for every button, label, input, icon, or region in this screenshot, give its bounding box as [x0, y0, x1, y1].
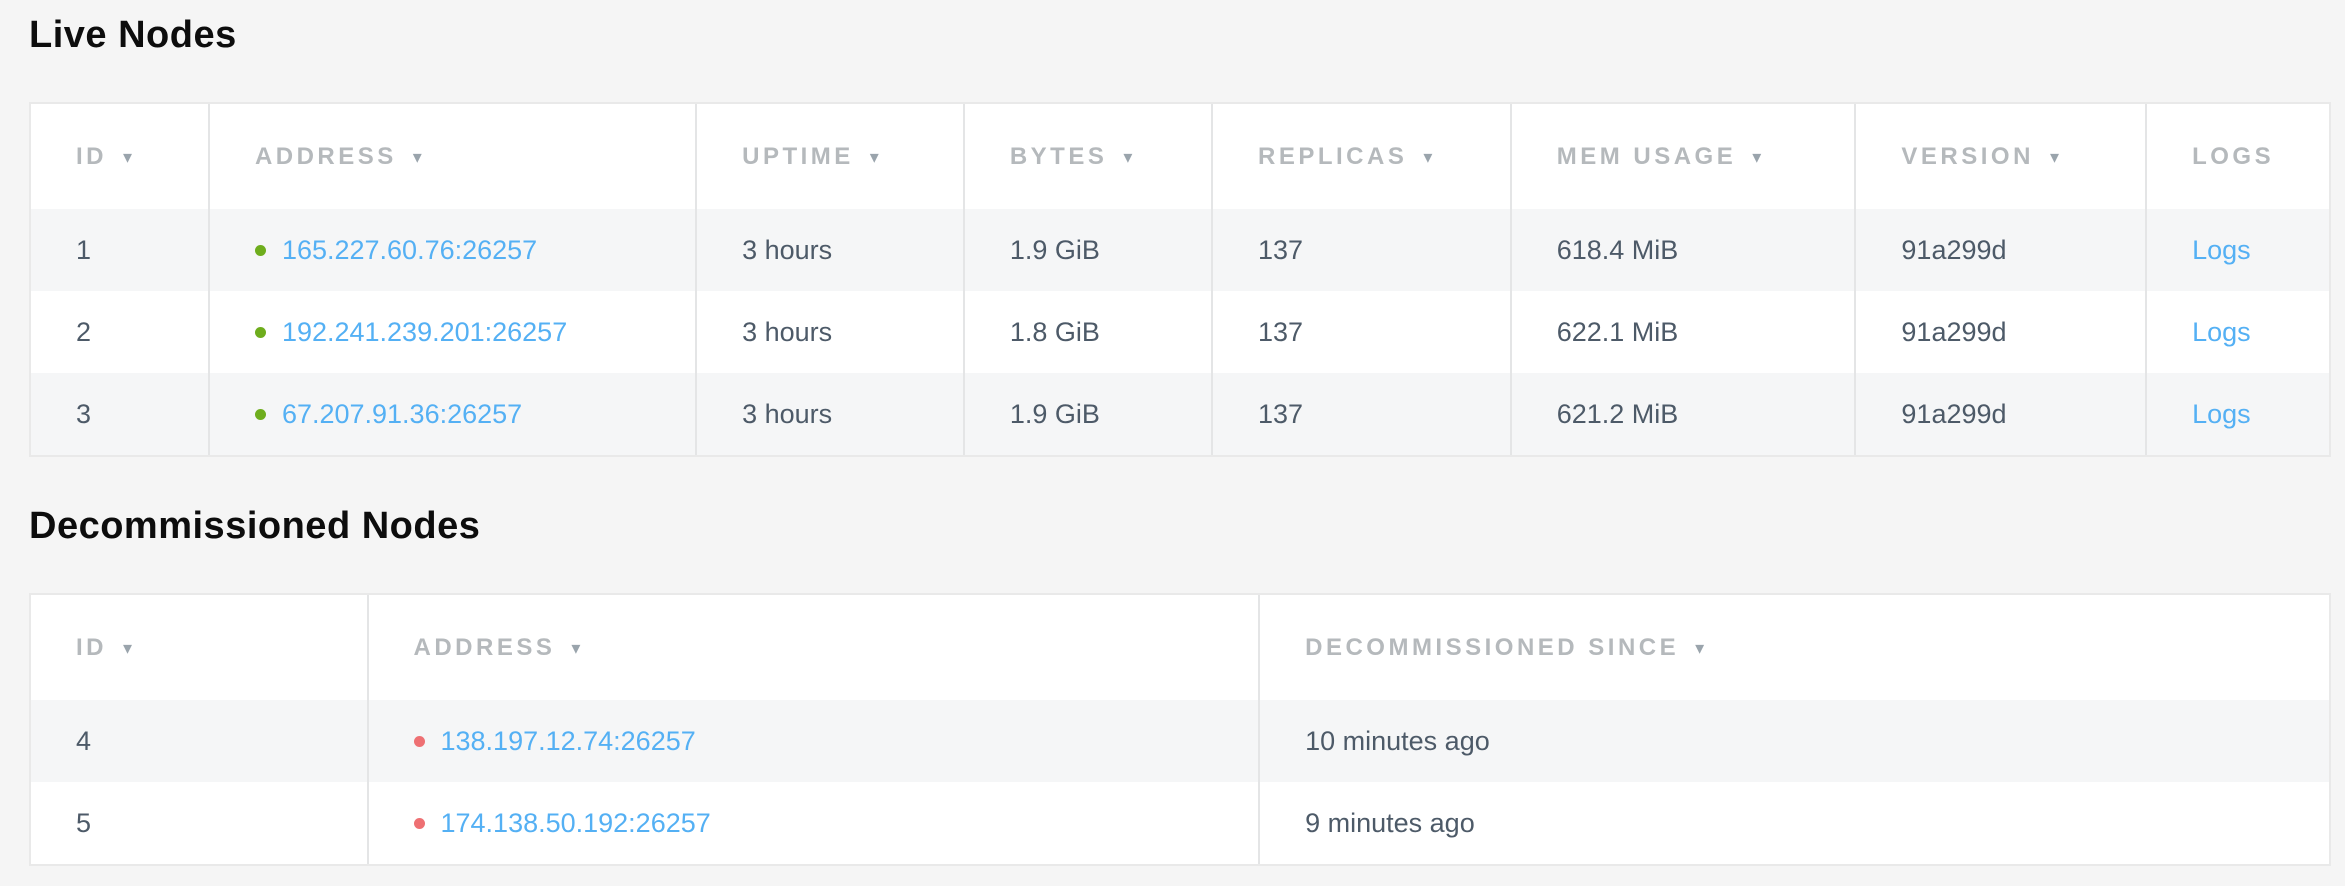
live-node-row: 2 192.241.239.201:26257 3 hours 1.8 GiB … — [31, 291, 2329, 373]
live-node-row: 3 67.207.91.36:26257 3 hours 1.9 GiB 137… — [31, 373, 2329, 455]
cell-version: 91a299d — [1854, 373, 2145, 455]
live-nodes-header-row: ID ▾ ADDRESS ▾ UPTIME ▾ BYTES ▾ REPLICAS — [31, 104, 2329, 209]
header-logs: LOGS — [2145, 104, 2329, 209]
live-status-dot-icon — [255, 245, 266, 256]
logs-link[interactable]: Logs — [2192, 399, 2251, 430]
live-node-row: 1 165.227.60.76:26257 3 hours 1.9 GiB 13… — [31, 209, 2329, 291]
cell-address: 138.197.12.74:26257 — [367, 700, 1259, 782]
decommissioned-node-row: 4 138.197.12.74:26257 10 minutes ago — [31, 700, 2329, 782]
cell-uptime: 3 hours — [695, 373, 963, 455]
sort-descending-icon: ▾ — [413, 147, 422, 168]
header-id[interactable]: ID ▾ — [31, 595, 367, 700]
cell-version: 91a299d — [1854, 209, 2145, 291]
cell-address: 165.227.60.76:26257 — [208, 209, 695, 291]
cell-id: 2 — [31, 291, 208, 373]
cell-replicas: 137 — [1211, 291, 1510, 373]
node-address-link[interactable]: 192.241.239.201:26257 — [282, 317, 567, 348]
header-replicas[interactable]: REPLICAS ▾ — [1211, 104, 1510, 209]
sort-descending-icon: ▾ — [571, 638, 580, 659]
sort-descending-icon: ▾ — [123, 147, 132, 168]
column-label: ID — [76, 143, 107, 171]
column-label: MEM USAGE — [1557, 143, 1737, 171]
decommissioned-status-dot-icon — [414, 818, 425, 829]
cell-bytes: 1.8 GiB — [963, 291, 1211, 373]
cell-address: 192.241.239.201:26257 — [208, 291, 695, 373]
cell-address: 67.207.91.36:26257 — [208, 373, 695, 455]
decommissioned-nodes-section: Decommissioned Nodes ID ▾ ADDRESS ▾ DECO… — [29, 503, 2331, 866]
cell-id: 3 — [31, 373, 208, 455]
column-label: ADDRESS — [414, 634, 556, 662]
sort-descending-icon: ▾ — [870, 147, 879, 168]
header-id[interactable]: ID ▾ — [31, 104, 208, 209]
cell-decommissioned-since: 9 minutes ago — [1258, 782, 2329, 864]
node-address-link[interactable]: 67.207.91.36:26257 — [282, 399, 522, 430]
cell-bytes: 1.9 GiB — [963, 209, 1211, 291]
sort-descending-icon: ▾ — [2050, 147, 2059, 168]
cell-address: 174.138.50.192:26257 — [367, 782, 1259, 864]
column-label: VERSION — [1901, 143, 2034, 171]
logs-link[interactable]: Logs — [2192, 235, 2251, 266]
sort-descending-icon: ▾ — [1695, 638, 1704, 659]
column-label: BYTES — [1010, 143, 1108, 171]
node-address-link[interactable]: 138.197.12.74:26257 — [441, 726, 696, 757]
cell-bytes: 1.9 GiB — [963, 373, 1211, 455]
cell-mem-usage: 618.4 MiB — [1510, 209, 1855, 291]
header-uptime[interactable]: UPTIME ▾ — [695, 104, 963, 209]
decommissioned-nodes-body: 4 138.197.12.74:26257 10 minutes ago 5 1… — [31, 700, 2329, 864]
live-status-dot-icon — [255, 409, 266, 420]
cell-replicas: 137 — [1211, 209, 1510, 291]
nodes-overview-page: Live Nodes ID ▾ ADDRESS ▾ UPTIME ▾ BYTES… — [0, 0, 2345, 866]
node-address-link[interactable]: 174.138.50.192:26257 — [441, 808, 711, 839]
sort-descending-icon: ▾ — [1123, 147, 1132, 168]
cell-logs: Logs — [2145, 373, 2329, 455]
column-label: REPLICAS — [1258, 143, 1407, 171]
decommissioned-nodes-title: Decommissioned Nodes — [29, 503, 2331, 549]
cell-logs: Logs — [2145, 209, 2329, 291]
column-label: ID — [76, 634, 107, 662]
logs-link[interactable]: Logs — [2192, 317, 2251, 348]
cell-id: 5 — [31, 782, 367, 864]
cell-id: 1 — [31, 209, 208, 291]
cell-uptime: 3 hours — [695, 291, 963, 373]
node-address-link[interactable]: 165.227.60.76:26257 — [282, 235, 537, 266]
cell-decommissioned-since: 10 minutes ago — [1258, 700, 2329, 782]
header-bytes[interactable]: BYTES ▾ — [963, 104, 1211, 209]
column-label: DECOMMISSIONED SINCE — [1305, 634, 1679, 662]
header-address[interactable]: ADDRESS ▾ — [208, 104, 695, 209]
header-address[interactable]: ADDRESS ▾ — [367, 595, 1259, 700]
sort-descending-icon: ▾ — [1423, 147, 1432, 168]
header-mem-usage[interactable]: MEM USAGE ▾ — [1510, 104, 1855, 209]
live-nodes-title: Live Nodes — [29, 12, 2331, 58]
live-status-dot-icon — [255, 327, 266, 338]
cell-version: 91a299d — [1854, 291, 2145, 373]
live-nodes-table: ID ▾ ADDRESS ▾ UPTIME ▾ BYTES ▾ REPLICAS — [29, 102, 2331, 457]
cell-uptime: 3 hours — [695, 209, 963, 291]
cell-id: 4 — [31, 700, 367, 782]
cell-replicas: 137 — [1211, 373, 1510, 455]
sort-descending-icon: ▾ — [1752, 147, 1761, 168]
cell-mem-usage: 621.2 MiB — [1510, 373, 1855, 455]
cell-mem-usage: 622.1 MiB — [1510, 291, 1855, 373]
decommissioned-node-row: 5 174.138.50.192:26257 9 minutes ago — [31, 782, 2329, 864]
cell-logs: Logs — [2145, 291, 2329, 373]
live-nodes-section: Live Nodes ID ▾ ADDRESS ▾ UPTIME ▾ BYTES… — [29, 12, 2331, 457]
sort-descending-icon: ▾ — [123, 638, 132, 659]
decommissioned-status-dot-icon — [414, 736, 425, 747]
column-label: LOGS — [2192, 143, 2274, 171]
decommissioned-nodes-header-row: ID ▾ ADDRESS ▾ DECOMMISSIONED SINCE ▾ — [31, 595, 2329, 700]
column-label: ADDRESS — [255, 143, 397, 171]
column-label: UPTIME — [742, 143, 854, 171]
decommissioned-nodes-table: ID ▾ ADDRESS ▾ DECOMMISSIONED SINCE ▾ 4 — [29, 593, 2331, 866]
live-nodes-body: 1 165.227.60.76:26257 3 hours 1.9 GiB 13… — [31, 209, 2329, 455]
header-decommissioned-since[interactable]: DECOMMISSIONED SINCE ▾ — [1258, 595, 2329, 700]
header-version[interactable]: VERSION ▾ — [1854, 104, 2145, 209]
